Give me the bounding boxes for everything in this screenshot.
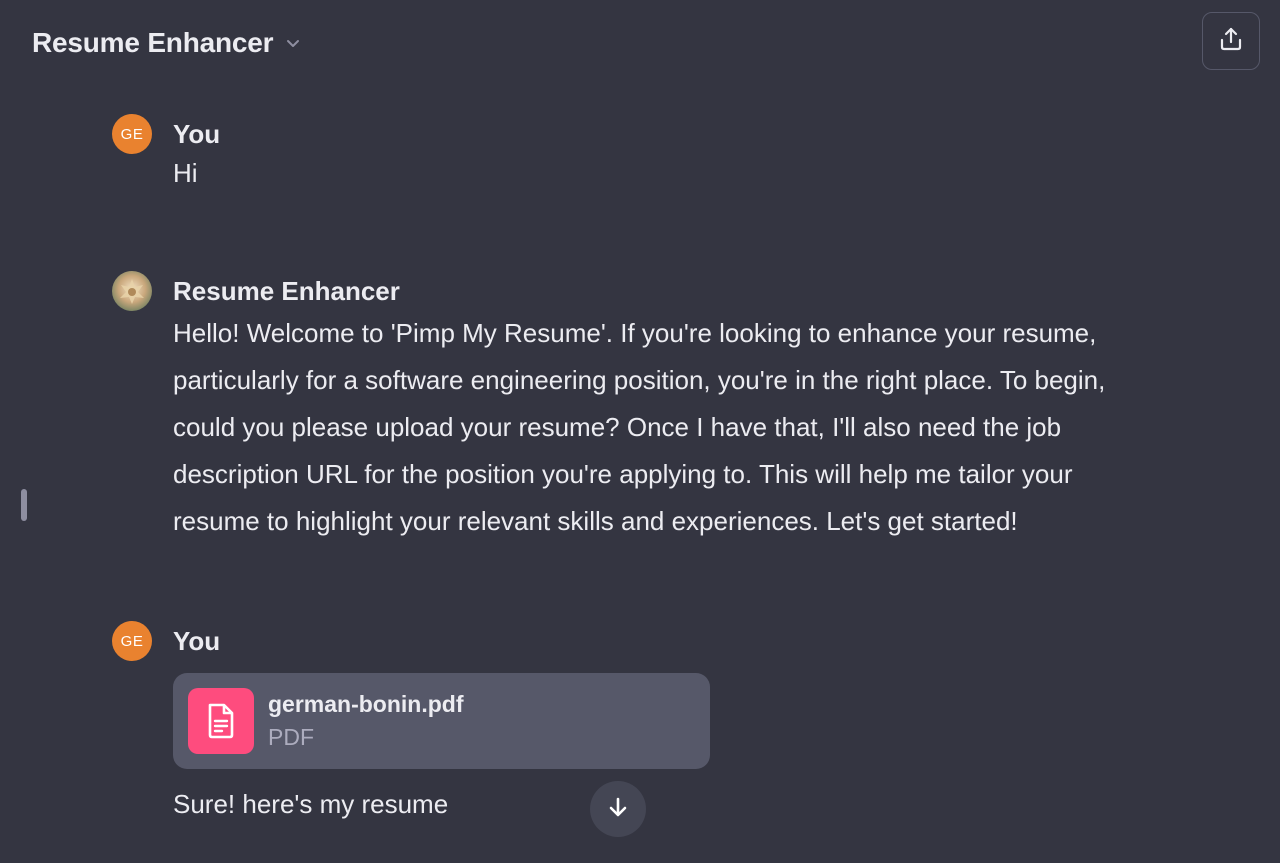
chat-window: Resume Enhancer GE You Hi Resume Enhance… bbox=[0, 0, 1280, 863]
document-icon bbox=[188, 688, 254, 754]
message-user: GE You Hi bbox=[112, 114, 1152, 194]
avatar: GE bbox=[112, 114, 152, 154]
message-line: particularly for a software engineering … bbox=[173, 365, 1106, 395]
file-attachment[interactable]: german-bonin.pdf PDF bbox=[173, 673, 710, 769]
message-author: You bbox=[173, 119, 221, 149]
avatar: GE bbox=[112, 621, 152, 661]
message-line: resume to highlight your relevant skills… bbox=[173, 506, 1018, 536]
gpt-avatar-image bbox=[112, 271, 152, 311]
model-title: Resume Enhancer bbox=[32, 27, 274, 58]
message-author: You bbox=[173, 626, 221, 656]
model-switcher-button[interactable]: Resume Enhancer bbox=[32, 22, 301, 64]
share-button[interactable] bbox=[1202, 12, 1260, 70]
message-body: Hello! Welcome to 'Pimp My Resume'. If y… bbox=[173, 310, 1105, 545]
message-line: could you please upload your resume? Onc… bbox=[173, 412, 1062, 442]
header: Resume Enhancer bbox=[0, 0, 1280, 86]
arrow-down-icon bbox=[606, 795, 630, 824]
message-assistant: Resume Enhancer Hello! Welcome to 'Pimp … bbox=[112, 271, 1152, 561]
message-line: description URL for the position you're … bbox=[173, 459, 1073, 489]
message-author: Resume Enhancer bbox=[173, 276, 400, 306]
message-line: Hello! Welcome to 'Pimp My Resume'. If y… bbox=[173, 318, 1097, 348]
file-meta: german-bonin.pdf PDF bbox=[268, 688, 463, 754]
scroll-down-button[interactable] bbox=[590, 781, 646, 837]
message-text: Sure! here's my resume bbox=[173, 789, 449, 819]
file-name: german-bonin.pdf bbox=[268, 691, 464, 717]
share-upload-icon bbox=[1218, 26, 1244, 57]
file-type: PDF bbox=[268, 724, 314, 750]
message-text: Hi bbox=[173, 158, 198, 188]
chevron-down-icon bbox=[285, 35, 301, 51]
scrollbar-thumb[interactable] bbox=[21, 489, 27, 521]
